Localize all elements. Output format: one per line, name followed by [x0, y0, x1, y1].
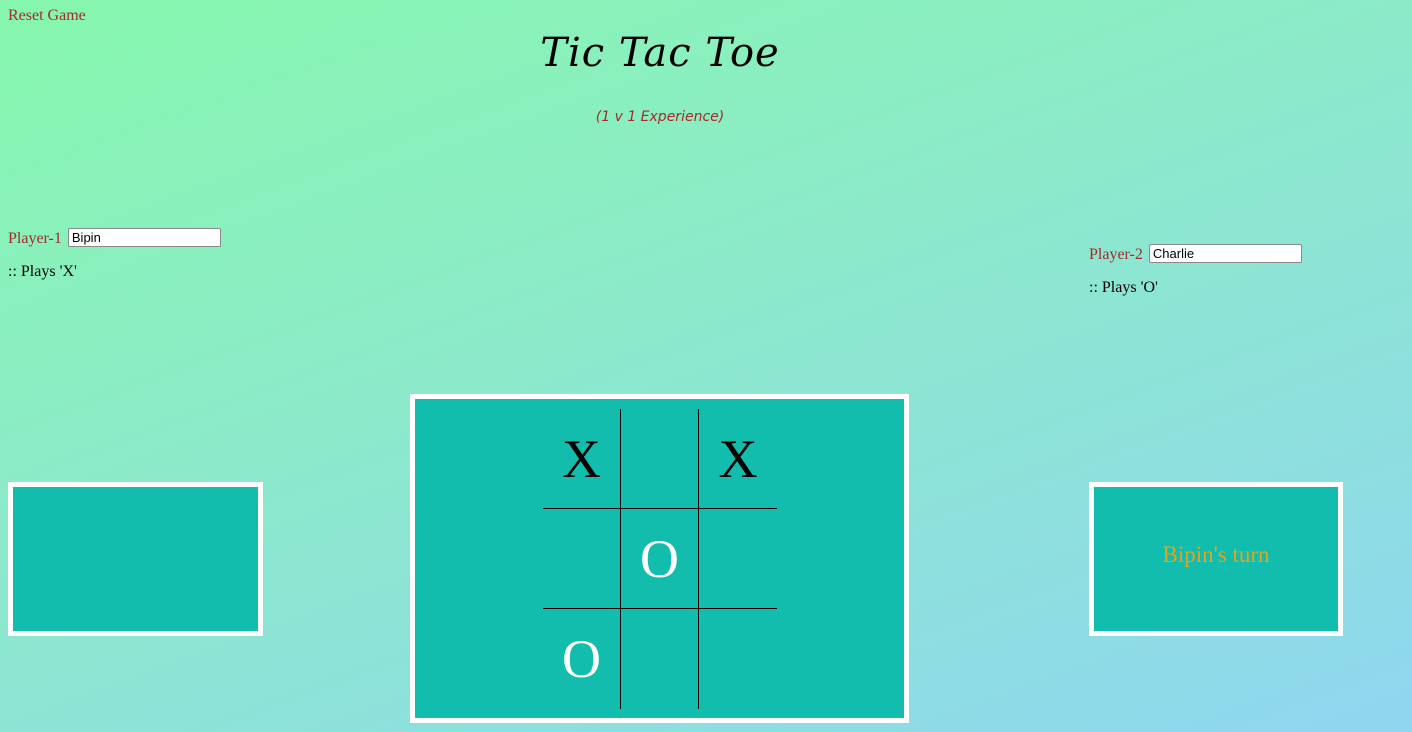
- player-2-section: Player-2 :: Plays 'O': [1089, 244, 1302, 297]
- board-cell[interactable]: [543, 509, 621, 609]
- player-1-label: Player-1: [8, 230, 62, 247]
- page-subtitle: (1 v 1 Experience): [595, 109, 725, 125]
- left-status-panel: [8, 482, 263, 636]
- turn-status-text: Bipin's turn: [1162, 542, 1270, 567]
- board-cell[interactable]: X: [699, 409, 777, 509]
- player-2-label: Player-2: [1089, 246, 1143, 263]
- board-cell[interactable]: [699, 609, 777, 709]
- player-2-symbol-text: :: Plays 'O': [1089, 279, 1158, 296]
- turn-status-panel: Bipin's turn: [1089, 482, 1343, 636]
- board-cell[interactable]: [621, 409, 699, 509]
- board-cell[interactable]: O: [621, 509, 699, 609]
- reset-game-link[interactable]: Reset Game: [8, 7, 86, 25]
- player-1-symbol-text: :: Plays 'X': [8, 263, 77, 280]
- player-1-name-input[interactable]: [67, 228, 221, 247]
- player-2-name-input[interactable]: [1148, 244, 1302, 263]
- game-board: X X O O: [543, 409, 777, 709]
- player-1-section: Player-1 :: Plays 'X': [8, 228, 221, 281]
- game-board-panel: X X O O: [410, 394, 909, 723]
- board-cell[interactable]: X: [543, 409, 621, 509]
- board-cell[interactable]: O: [543, 609, 621, 709]
- board-cell[interactable]: [699, 509, 777, 609]
- page-title: Tic Tac Toe: [540, 30, 780, 76]
- board-cell[interactable]: [621, 609, 699, 709]
